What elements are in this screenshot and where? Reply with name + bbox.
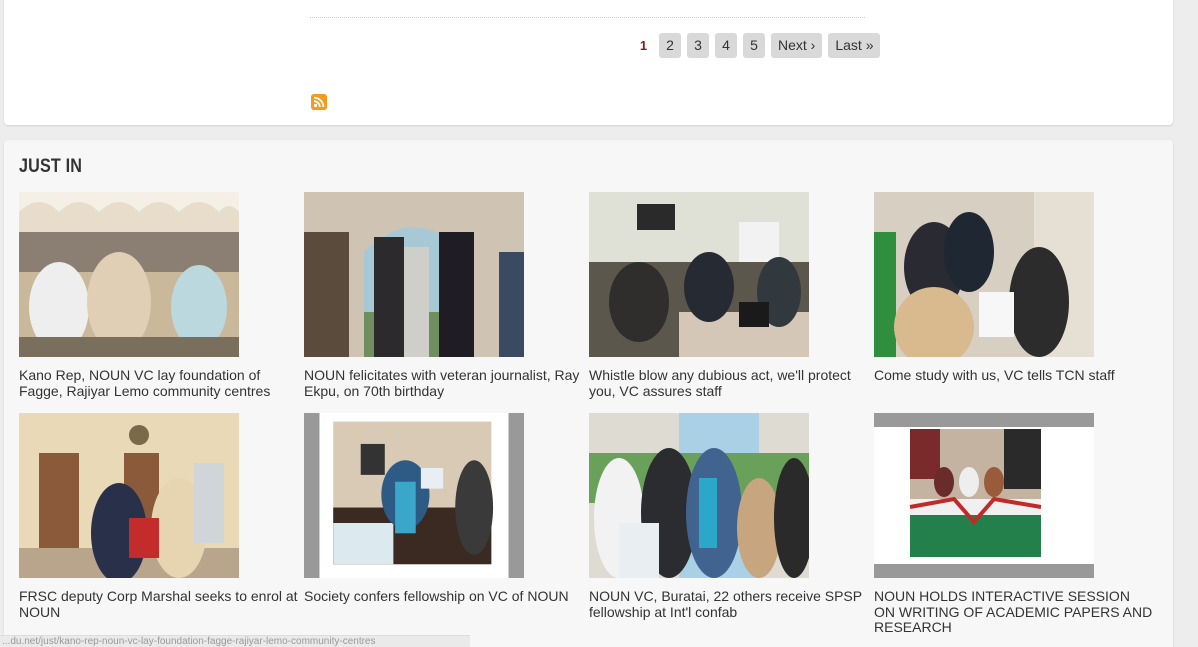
news-item: Come study with us, VC tells TCN staff bbox=[874, 192, 1154, 384]
news-thumbnail[interactable] bbox=[589, 192, 809, 357]
news-thumbnail[interactable] bbox=[304, 192, 524, 357]
news-item: NOUN felicitates with veteran journalist… bbox=[304, 192, 584, 399]
news-item: Society confers fellowship on VC of NOUN bbox=[304, 413, 584, 605]
page-link-2[interactable]: 2 bbox=[659, 33, 681, 58]
divider bbox=[310, 17, 865, 18]
status-bar-url: ...du.net/just/kano-rep-noun-vc-lay-foun… bbox=[0, 635, 470, 647]
page-link-5[interactable]: 5 bbox=[743, 33, 765, 58]
pagination-card: 1 2 3 4 5 Next › Last » bbox=[4, 0, 1173, 125]
news-title-link[interactable]: NOUN felicitates with veteran journalist… bbox=[304, 367, 584, 399]
next-page-link[interactable]: Next › bbox=[771, 33, 823, 58]
news-title-link[interactable]: Society confers fellowship on VC of NOUN bbox=[304, 588, 584, 605]
news-item: Whistle blow any dubious act, we'll prot… bbox=[589, 192, 869, 399]
news-title-link[interactable]: FRSC deputy Corp Marshal seeks to enrol … bbox=[19, 588, 299, 620]
news-item: NOUN HOLDS INTERACTIVE SESSION ON WRITIN… bbox=[874, 413, 1154, 636]
news-thumbnail[interactable] bbox=[304, 413, 524, 578]
current-page: 1 bbox=[639, 38, 648, 53]
news-title-link[interactable]: Come study with us, VC tells TCN staff bbox=[874, 367, 1154, 384]
page-link-3[interactable]: 3 bbox=[687, 33, 709, 58]
news-thumbnail[interactable] bbox=[19, 192, 239, 357]
news-title-link[interactable]: NOUN VC, Buratai, 22 others receive SPSP… bbox=[589, 588, 869, 620]
just-in-section: JUST IN Kano Rep, NOUN VC lay foundation… bbox=[4, 140, 1173, 647]
news-thumbnail[interactable] bbox=[19, 413, 239, 578]
last-page-link[interactable]: Last » bbox=[828, 33, 881, 58]
news-item: FRSC deputy Corp Marshal seeks to enrol … bbox=[19, 413, 299, 620]
news-item: Kano Rep, NOUN VC lay foundation of Fagg… bbox=[19, 192, 299, 399]
rss-icon[interactable] bbox=[311, 94, 327, 110]
news-title-link[interactable]: Whistle blow any dubious act, we'll prot… bbox=[589, 367, 869, 399]
pagination: 1 2 3 4 5 Next › Last » bbox=[634, 33, 881, 58]
news-thumbnail[interactable] bbox=[874, 192, 1094, 357]
news-title-link[interactable]: NOUN HOLDS INTERACTIVE SESSION ON WRITIN… bbox=[874, 588, 1154, 636]
news-title-link[interactable]: Kano Rep, NOUN VC lay foundation of Fagg… bbox=[19, 367, 299, 399]
news-thumbnail[interactable] bbox=[589, 413, 809, 578]
news-item: NOUN VC, Buratai, 22 others receive SPSP… bbox=[589, 413, 869, 620]
news-thumbnail[interactable] bbox=[874, 413, 1094, 578]
section-title: JUST IN bbox=[19, 156, 83, 177]
page-link-4[interactable]: 4 bbox=[715, 33, 737, 58]
